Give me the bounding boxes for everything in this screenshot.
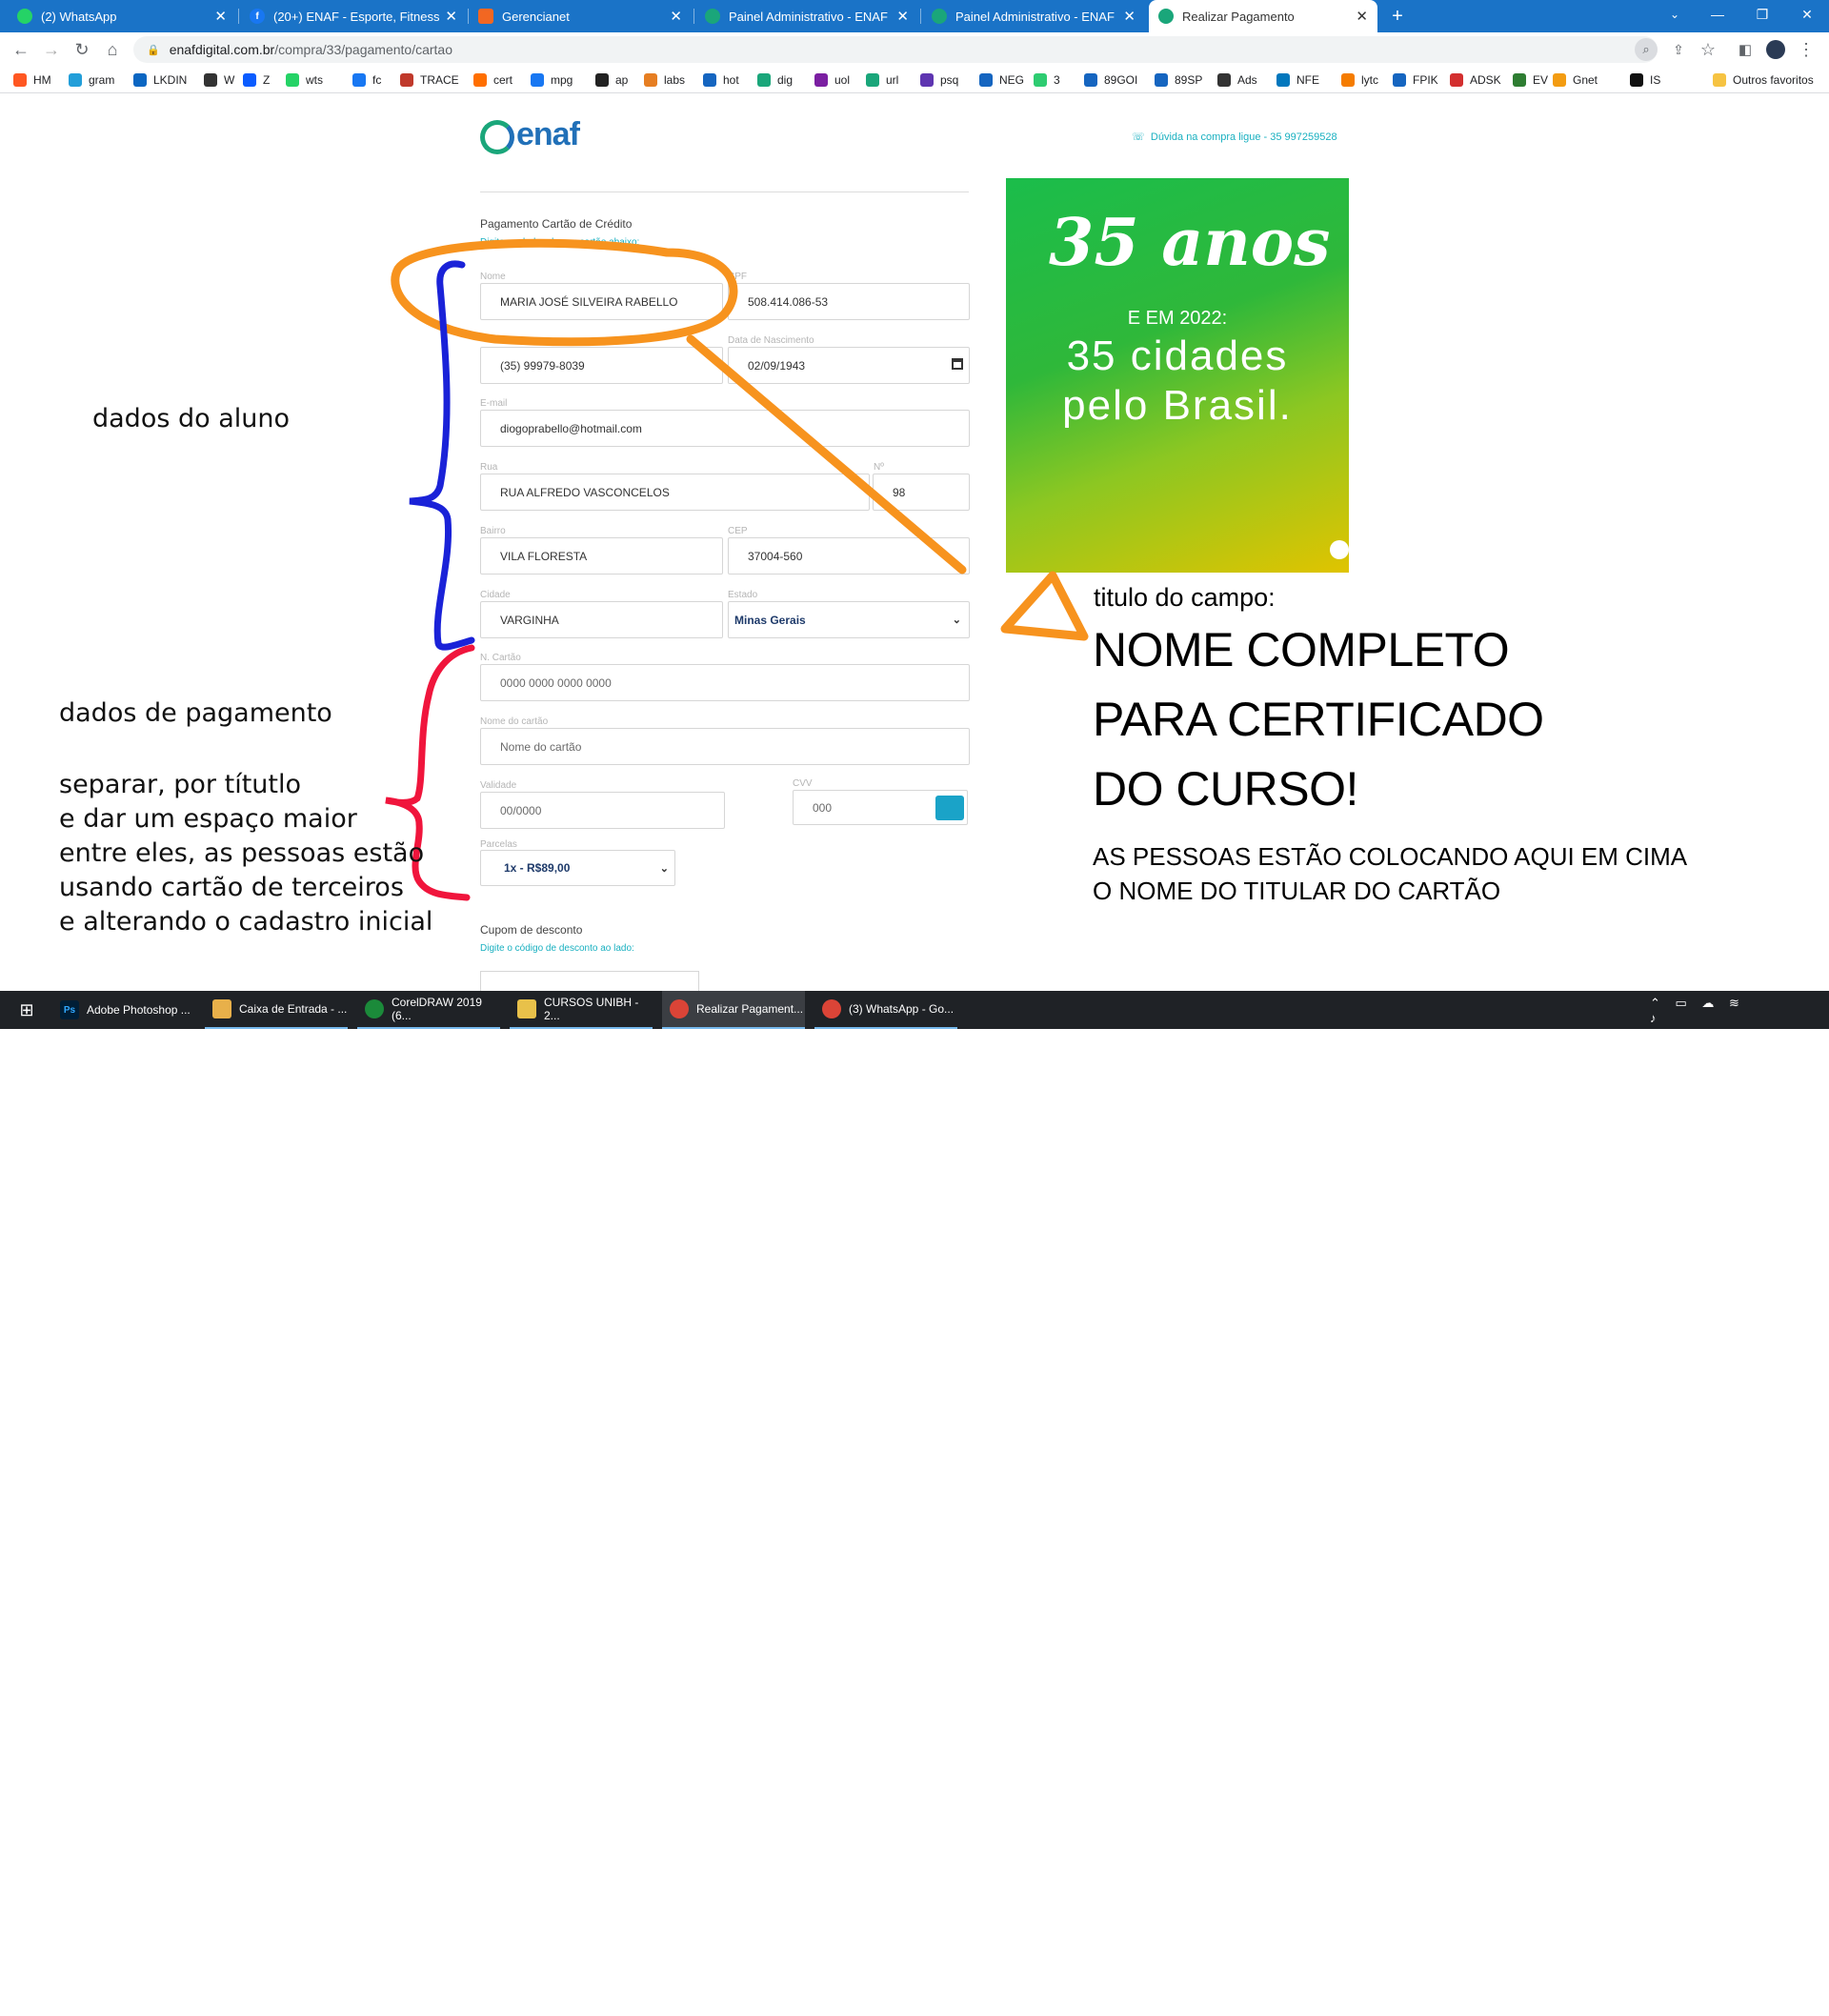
taskbar-outlook[interactable]: Caixa de Entrada - ... [205,991,348,1029]
annotation-dados-pagamento: dados de pagamento [59,698,332,728]
start-button[interactable]: ⊞ [8,991,46,1029]
mail-icon [212,999,231,1018]
windows-taskbar: ⊞ Ps Adobe Photoshop ... Caixa de Entrada… [0,991,1829,2014]
system-tray[interactable]: ⌃ ▭ ☁ ≋ ♪ [1642,991,1757,1029]
chrome-icon [670,999,689,1018]
tray-icons: ⌃ ▭ ☁ ≋ ♪ [1650,995,1745,1025]
coreldraw-icon [365,999,384,1018]
taskbar-folder[interactable]: CURSOS UNIBH - 2... [510,991,653,1029]
annotation-titulo-campo: titulo do campo: [1094,583,1276,612]
taskbar-chrome-whatsapp[interactable]: (3) WhatsApp - Go... [814,991,957,1029]
annotation-dados-aluno: dados do aluno [92,404,291,433]
orange-arrow-head [1000,571,1089,641]
folder-icon [517,999,536,1018]
orange-arrow-line [686,334,967,575]
taskbar-coreldraw[interactable]: CorelDRAW 2019 (6... [357,991,500,1029]
taskbar-chrome-pagamento[interactable]: Realizar Pagament... [662,991,805,1029]
taskbar-photoshop[interactable]: Ps Adobe Photoshop ... [52,991,195,1029]
annotation-separar: separar, por títutlo e dar um espaço mai… [59,770,433,937]
annotation-big: NOME COMPLETO PARA CERTIFICADO DO CURSO! [1093,623,1544,816]
photoshop-icon: Ps [60,1000,79,1019]
annotation-note: AS PESSOAS ESTÃO COLOCANDO AQUI EM CIMA … [1093,842,1688,905]
chrome-icon [822,999,841,1018]
clock[interactable]: 09:24 18/05/2022 [1759,1986,1825,2016]
blue-brace [409,260,475,651]
